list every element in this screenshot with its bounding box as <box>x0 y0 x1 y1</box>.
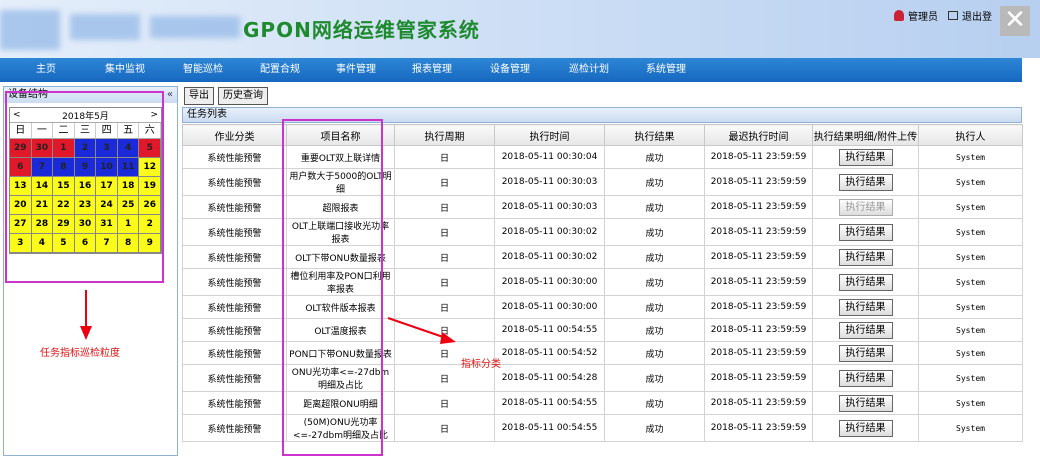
arrow-down <box>80 290 92 340</box>
calendar-annotation: 任务指标巡检粒度 <box>40 348 120 359</box>
category-annotation: 指标分类 <box>461 359 501 370</box>
annotation-arrows <box>80 290 456 344</box>
arrow-right <box>387 317 456 344</box>
